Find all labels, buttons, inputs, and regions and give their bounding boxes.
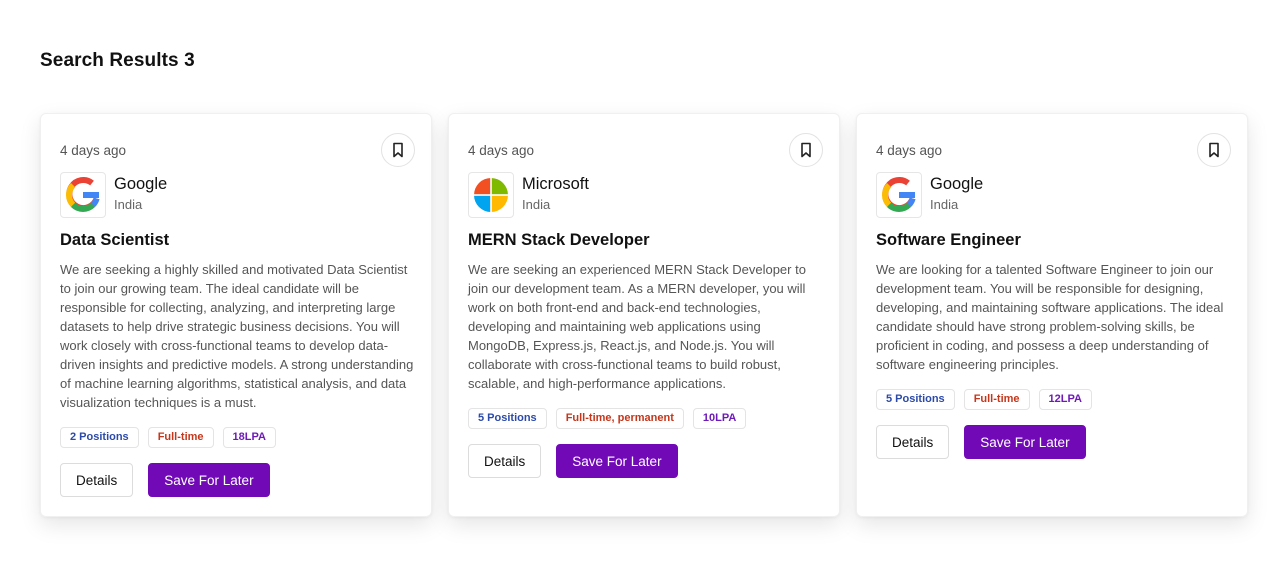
- bookmark-icon: [801, 142, 811, 158]
- details-button[interactable]: Details: [876, 425, 950, 459]
- company-info: Google India: [876, 172, 1229, 218]
- salary-badge: 18LPA: [222, 427, 276, 448]
- job-type-badge: Full-time: [963, 389, 1030, 410]
- job-title: Data Scientist: [60, 231, 170, 249]
- save-for-later-button[interactable]: Save For Later: [148, 463, 270, 497]
- google-logo-icon: [66, 177, 100, 212]
- bookmark-button[interactable]: [381, 133, 415, 167]
- company-meta: Google India: [930, 172, 983, 212]
- job-actions: Details Save For Later: [60, 463, 413, 497]
- save-for-later-button[interactable]: Save For Later: [964, 425, 1086, 459]
- bookmark-icon: [393, 142, 403, 158]
- job-card-grid: 4 days ago Google India Data Scientist W…: [40, 113, 1248, 517]
- company-name: Google: [930, 175, 984, 193]
- job-card: 4 days ago: [448, 113, 840, 517]
- company-info: Google India: [60, 172, 413, 218]
- search-results-page: Search Results 3 4 days ago Google India…: [0, 0, 1280, 570]
- bookmark-button[interactable]: [789, 133, 823, 167]
- job-card-header: 4 days ago: [468, 132, 823, 168]
- details-button[interactable]: Details: [60, 463, 134, 497]
- salary-badge: 10LPA: [692, 408, 747, 429]
- posted-date: 4 days ago: [468, 142, 535, 158]
- save-for-later-button[interactable]: Save For Later: [556, 444, 678, 478]
- job-description: We are seeking a highly skilled and moti…: [60, 262, 414, 410]
- company-info: Microsoft India: [468, 172, 821, 218]
- company-meta: Google India: [114, 172, 167, 212]
- company-meta: Microsoft India: [522, 172, 589, 212]
- job-title: Software Engineer: [876, 231, 1021, 249]
- company-logo: [876, 172, 922, 218]
- positions-badge: 5 Positions: [876, 389, 955, 410]
- bookmark-button[interactable]: [1197, 133, 1231, 167]
- microsoft-logo-icon: [474, 178, 508, 212]
- job-card: 4 days ago: [40, 113, 432, 517]
- job-card: 4 days ago: [856, 113, 1248, 517]
- company-logo: [468, 172, 514, 218]
- job-badges: 5 Positions Full-time 12LPA: [876, 389, 1229, 410]
- salary-badge: 12LPA: [1038, 389, 1092, 410]
- job-card-header: 4 days ago: [876, 132, 1231, 168]
- company-location: India: [522, 197, 551, 212]
- job-actions: Details Save For Later: [876, 425, 1229, 459]
- positions-badge: 2 Positions: [60, 427, 139, 448]
- details-button[interactable]: Details: [468, 444, 542, 478]
- posted-date: 4 days ago: [60, 142, 127, 158]
- job-type-badge: Full-time: [147, 427, 214, 448]
- job-badges: 2 Positions Full-time 18LPA: [60, 427, 413, 448]
- bookmark-icon: [1209, 142, 1219, 158]
- company-name: Microsoft: [522, 175, 589, 193]
- job-description: We are looking for a talented Software E…: [876, 262, 1224, 372]
- posted-date: 4 days ago: [876, 142, 943, 158]
- company-location: India: [114, 197, 143, 212]
- job-description: We are seeking an experienced MERN Stack…: [468, 262, 806, 391]
- google-logo-icon: [882, 177, 916, 212]
- job-type-badge: Full-time, permanent: [555, 408, 684, 429]
- job-card-header: 4 days ago: [60, 132, 415, 168]
- company-location: India: [930, 197, 959, 212]
- company-logo: [60, 172, 106, 218]
- positions-badge: 5 Positions: [468, 408, 547, 429]
- search-results-heading: Search Results 3: [40, 50, 195, 71]
- job-title: MERN Stack Developer: [468, 231, 650, 249]
- job-badges: 5 Positions Full-time, permanent 10LPA: [468, 408, 821, 429]
- job-actions: Details Save For Later: [468, 444, 821, 478]
- company-name: Google: [114, 175, 168, 193]
